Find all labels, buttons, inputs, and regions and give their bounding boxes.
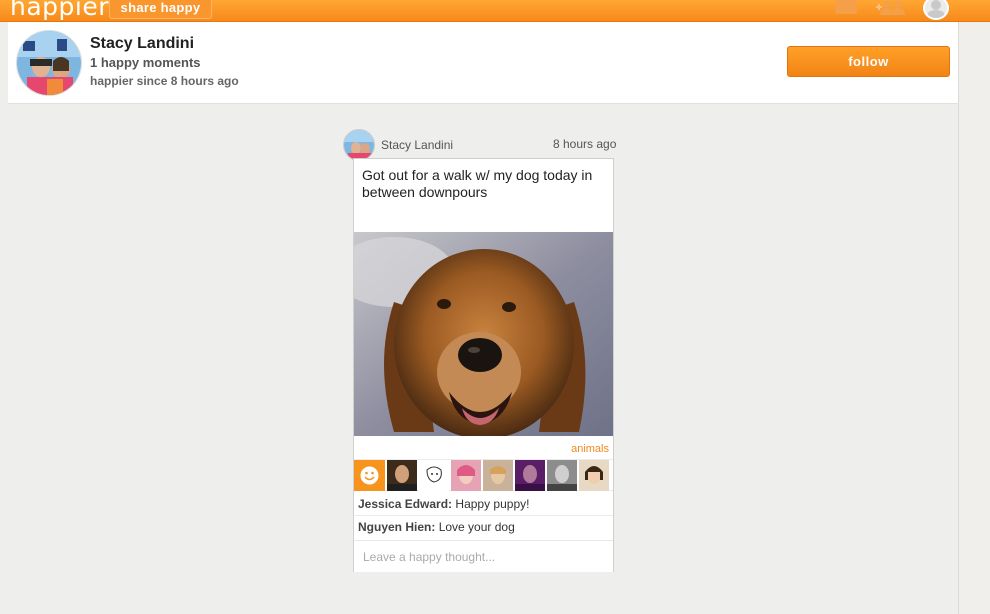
smile-icon	[360, 466, 379, 485]
post-photo[interactable]	[354, 232, 613, 436]
profile-header: Stacy Landini 1 happy moments happier si…	[8, 22, 958, 104]
messages-icon[interactable]	[835, 0, 857, 14]
comment-divider	[354, 515, 613, 516]
post-author-name[interactable]: Stacy Landini	[381, 138, 453, 152]
reactor-avatar[interactable]	[547, 460, 577, 491]
page-right-edge	[958, 22, 990, 614]
post-text: Got out for a walk w/ my dog today in be…	[362, 167, 593, 200]
profile-avatar[interactable]	[16, 30, 82, 96]
member-since: happier since 8 hours ago	[90, 74, 239, 88]
post-author-avatar[interactable]	[343, 129, 375, 161]
reactions-row	[354, 459, 613, 491]
comment-text: Happy puppy!	[455, 497, 530, 511]
happier-logo[interactable]: happier	[10, 0, 109, 21]
follow-button[interactable]: follow	[787, 46, 950, 77]
top-navigation-bar: happier share happy	[0, 0, 990, 22]
reactor-avatar[interactable]	[579, 460, 609, 491]
people-icon[interactable]	[876, 0, 908, 15]
comment-author[interactable]: Jessica Edward:	[358, 497, 452, 511]
comment-item: Nguyen Hien: Love your dog	[358, 520, 515, 534]
reactor-avatar[interactable]	[419, 460, 449, 491]
share-happy-button[interactable]: share happy	[109, 0, 212, 19]
reactor-avatar[interactable]	[515, 460, 545, 491]
reactor-avatar[interactable]	[451, 460, 481, 491]
post-timestamp: 8 hours ago	[553, 137, 617, 151]
comment-text: Love your dog	[438, 520, 515, 534]
post-card: Got out for a walk w/ my dog today in be…	[353, 158, 614, 572]
reactor-avatar[interactable]	[483, 460, 513, 491]
comment-input[interactable]	[354, 540, 613, 572]
post-tag[interactable]: animals	[571, 443, 609, 455]
user-menu-avatar[interactable]	[923, 0, 949, 20]
smile-react-button[interactable]	[354, 460, 385, 491]
happy-moments-count: 1 happy moments	[90, 55, 201, 70]
comment-author[interactable]: Nguyen Hien:	[358, 520, 435, 534]
reactor-avatar[interactable]	[387, 460, 417, 491]
comment-item: Jessica Edward: Happy puppy!	[358, 497, 529, 511]
profile-name[interactable]: Stacy Landini	[90, 35, 194, 53]
